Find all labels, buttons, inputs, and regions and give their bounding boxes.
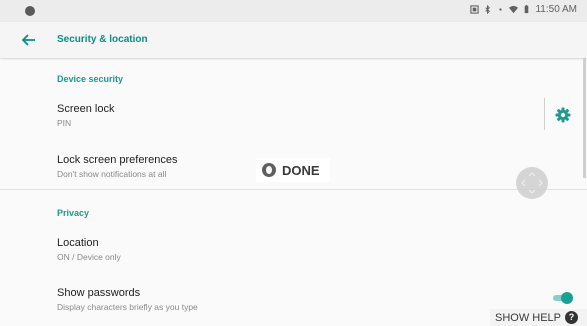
joystick-arrows-icon xyxy=(521,172,543,194)
show-passwords-preference[interactable]: Show passwords Display characters briefl… xyxy=(57,287,198,312)
lock-screen-preferences[interactable]: Lock screen preferences Don't show notif… xyxy=(57,154,177,179)
scrollbar[interactable] xyxy=(583,58,586,178)
page-title: Security & location xyxy=(57,34,148,45)
done-label: DONE xyxy=(282,162,320,178)
notification-dot-icon xyxy=(25,6,35,16)
lock-screen-prefs-title: Lock screen preferences xyxy=(57,154,178,166)
help-question-icon: ? xyxy=(565,311,579,324)
screen-lock-summary: PIN xyxy=(57,118,72,128)
location-preference[interactable]: Location ON / Device only xyxy=(57,237,121,262)
done-button[interactable]: DONE xyxy=(256,158,330,182)
battery-icon xyxy=(525,5,529,14)
location-title: Location xyxy=(57,237,99,249)
section-divider xyxy=(0,189,587,190)
section-header-device-security: Device security xyxy=(57,74,124,84)
screenshot-icon xyxy=(470,5,480,14)
show-passwords-summary: Display characters briefly as you type xyxy=(57,302,198,312)
show-passwords-title: Show passwords xyxy=(57,287,141,299)
status-bar: 11:50 AM xyxy=(0,0,587,22)
arrow-left-icon[interactable] xyxy=(20,31,38,49)
location-summary: ON / Device only xyxy=(57,252,121,262)
status-time: 11:50 AM xyxy=(535,4,577,15)
app-bar: Security & location xyxy=(0,22,587,58)
data-arrows-icon xyxy=(499,8,503,11)
screen-lock-title: Screen lock xyxy=(57,103,115,115)
wifi-icon xyxy=(509,5,519,14)
lock-screen-prefs-summary: Don't show notifications at all xyxy=(57,169,167,179)
joystick-icon[interactable] xyxy=(516,167,548,199)
show-help-label: SHOW HELP xyxy=(495,311,562,324)
gear-icon[interactable] xyxy=(555,107,571,123)
screen-lock-preference[interactable]: Screen lock PIN xyxy=(57,103,114,128)
show-help-button[interactable]: SHOW HELP ? xyxy=(490,309,587,326)
status-icons: 11:50 AM xyxy=(470,4,577,15)
done-circle-icon xyxy=(262,163,276,177)
show-passwords-toggle[interactable] xyxy=(551,292,573,304)
toggle-thumb xyxy=(561,292,573,304)
section-header-privacy: Privacy xyxy=(57,208,90,218)
bluetooth-icon xyxy=(485,5,491,14)
settings-divider xyxy=(544,98,545,130)
